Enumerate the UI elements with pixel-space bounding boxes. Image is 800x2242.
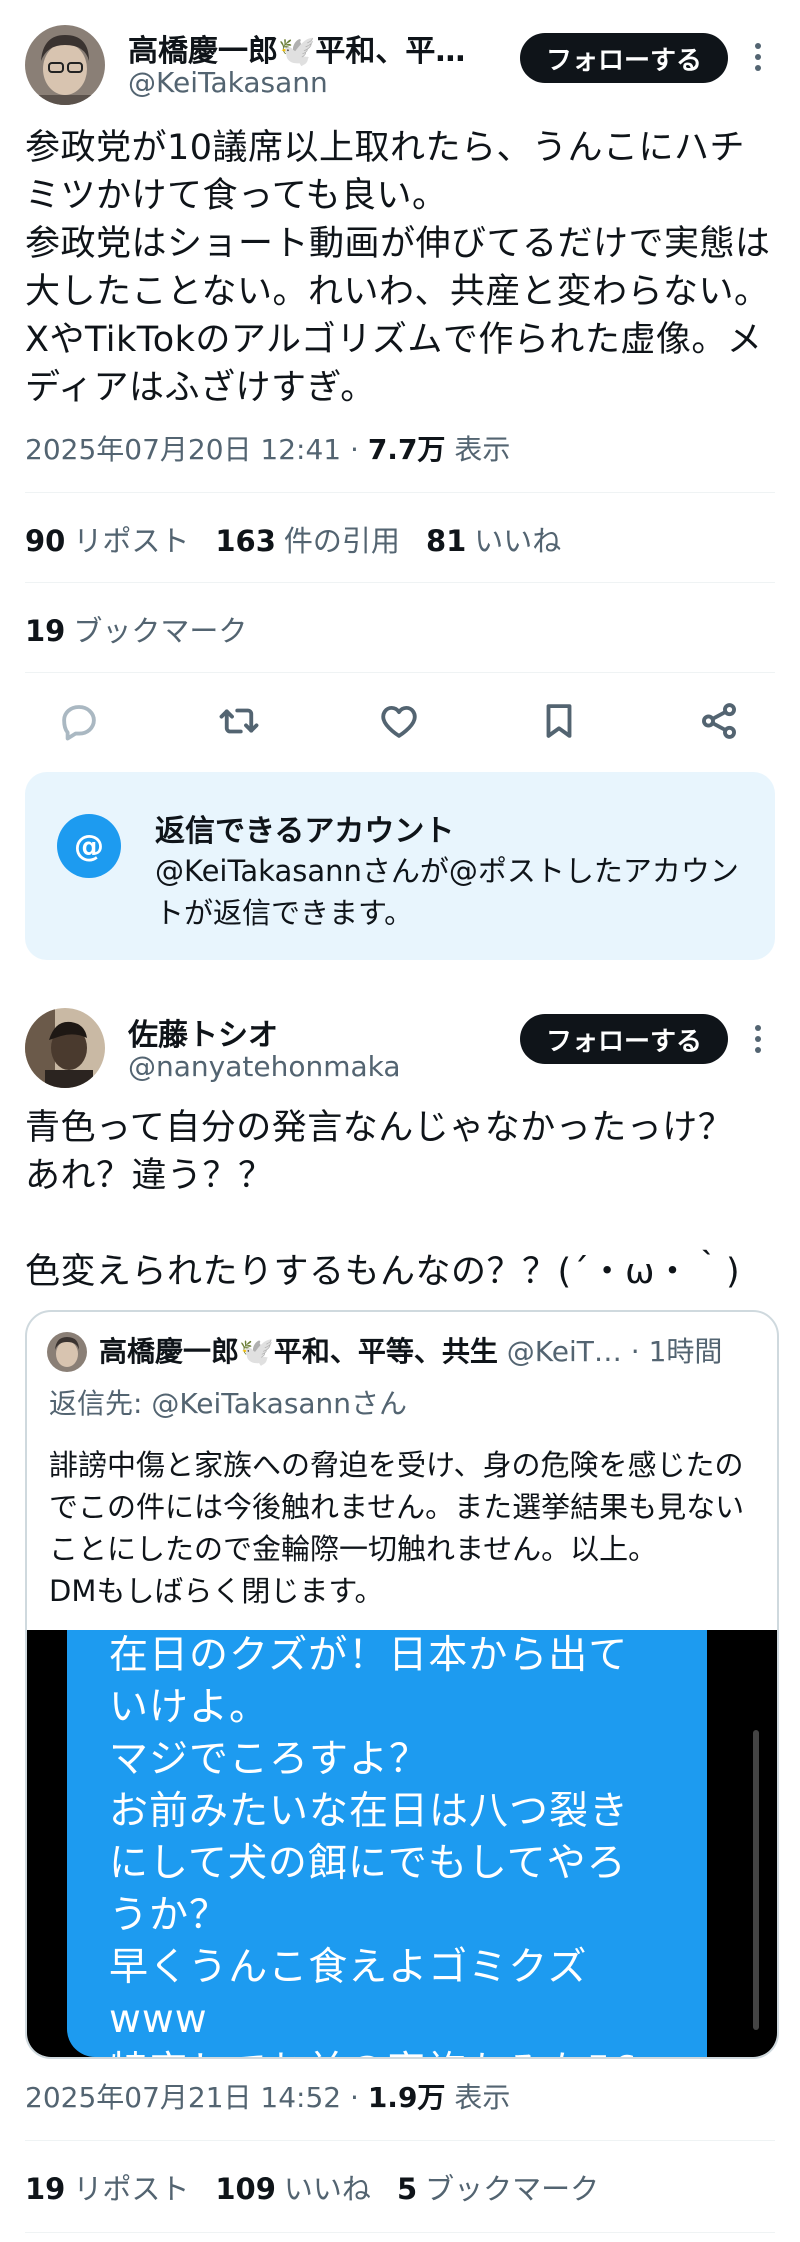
image-scrollbar	[753, 1730, 759, 2030]
reply-more-options-icon[interactable]	[754, 1024, 762, 1060]
quoted-author-avatar	[47, 1332, 87, 1372]
stats-row: 90 リポスト 163 件の引用 81 いいね	[25, 518, 561, 560]
reply-stats-row: 19 リポスト 109 いいね 5 ブックマーク	[25, 2166, 599, 2208]
tweet-meta: 2025年07月20日 12:41 · 7.7万 表示	[25, 428, 510, 468]
reply-bookmark-stat[interactable]: 5 ブックマーク	[397, 2166, 599, 2208]
quoted-reply-to: 返信先: @KeiTakasannさん	[49, 1387, 408, 1420]
quoted-time: · 1時間	[630, 1335, 723, 1368]
reply-views-count: 1.9万	[367, 2081, 446, 2114]
quoted-tweet[interactable]: 高橋慶一郎🕊️平和、平等、共生 @KeiT… · 1時間 返信先: @KeiTa…	[25, 1310, 779, 2059]
tweet-timestamp[interactable]: 2025年07月20日 12:41	[25, 433, 341, 466]
bookmark-stat[interactable]: 19 ブックマーク	[25, 608, 247, 650]
reply-repost-stat[interactable]: 19 リポスト	[25, 2166, 189, 2208]
divider	[25, 2140, 775, 2141]
tweet-thread-page: 高橋慶一郎🕊️平和、平… @KeiTakasann フォローする 参政党が10議…	[0, 0, 800, 2242]
quote-stat[interactable]: 163 件の引用	[215, 518, 400, 560]
notice-text: @KeiTakasannさんが@ポストしたアカウントが返信できます。	[155, 854, 739, 930]
meta-separator: ·	[350, 433, 359, 466]
author-handle[interactable]: @KeiTakasann	[128, 66, 328, 99]
reply-icon[interactable]	[58, 700, 100, 746]
more-options-icon[interactable]	[754, 42, 762, 78]
quoted-image[interactable]: 在日のクズが！日本から出ていけよ。 マジでころすよ？ お前みたいな在日は八つ裂き…	[27, 1630, 777, 2057]
divider	[25, 2232, 775, 2233]
reply-text: 青色って自分の発言なんじゃなかったっけ？ あれ？違う？？ 色変えられたりするもん…	[25, 1108, 741, 1292]
like-icon[interactable]	[378, 700, 420, 746]
repost-icon[interactable]	[218, 700, 260, 746]
reply-author-avatar[interactable]	[25, 1008, 105, 1088]
repost-stat[interactable]: 90 リポスト	[25, 518, 189, 560]
reply-timestamp[interactable]: 2025年07月21日 14:52	[25, 2081, 341, 2114]
quoted-author-name: 高橋慶一郎🕊️平和、平等、共生	[99, 1335, 498, 1368]
reply-follow-button[interactable]: フォローする	[520, 1014, 728, 1064]
reply-meta: 2025年07月21日 14:52 · 1.9万 表示	[25, 2076, 510, 2116]
divider	[25, 492, 775, 493]
tweet-text: 参政党が10議席以上取れたら、うんこにハチミツかけて食っても良い。 参政党はショ…	[25, 128, 771, 408]
reply-restriction-notice: @ 返信できるアカウント @KeiTakasannさんが@ポストしたアカウントが…	[25, 772, 775, 960]
reply-author-handle[interactable]: @nanyatehonmaka	[128, 1050, 401, 1083]
reply-author-name[interactable]: 佐藤トシオ	[128, 1010, 478, 1054]
quoted-text: 誹謗中傷と家族への脅迫を受け、身の危険を感じたのでこの件には今後触れません。また…	[49, 1448, 745, 1608]
mention-icon: @	[57, 814, 121, 878]
notice-title: 返信できるアカウント	[155, 814, 455, 849]
bookmark-icon[interactable]	[538, 700, 580, 746]
divider	[25, 582, 775, 583]
reply-like-stat[interactable]: 109 いいね	[215, 2166, 371, 2208]
divider	[25, 672, 775, 673]
chat-bubble-text: 在日のクズが！日本から出ていけよ。 マジでころすよ？ お前みたいな在日は八つ裂き…	[67, 1630, 707, 2057]
reply-views-label: 表示	[454, 2081, 511, 2114]
quoted-header: 高橋慶一郎🕊️平和、平等、共生 @KeiT… · 1時間	[99, 1330, 759, 1370]
like-stat[interactable]: 81 いいね	[426, 518, 561, 560]
views-label: 表示	[454, 433, 511, 466]
author-name[interactable]: 高橋慶一郎🕊️平和、平…	[128, 26, 478, 70]
views-count: 7.7万	[367, 433, 446, 466]
share-icon[interactable]	[698, 700, 740, 746]
author-avatar[interactable]	[25, 25, 105, 105]
quoted-author-handle: @KeiT…	[506, 1335, 622, 1368]
meta-separator: ·	[350, 2081, 359, 2114]
follow-button[interactable]: フォローする	[520, 33, 728, 83]
